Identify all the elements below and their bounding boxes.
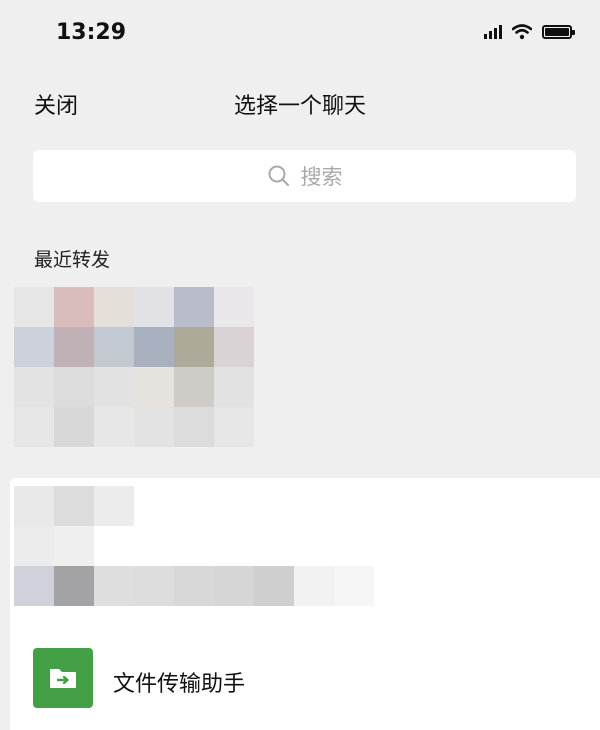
status-icons <box>484 24 575 40</box>
chat-item-label: 文件传输助手 <box>113 672 246 697</box>
search-icon <box>268 165 289 186</box>
chat-item-file-transfer[interactable]: 文件传输助手 <box>10 630 600 730</box>
wifi-icon <box>512 24 532 40</box>
search-placeholder: 搜索 <box>300 165 343 189</box>
battery-icon <box>542 25 575 39</box>
recent-forward-label: 最近转发 <box>34 249 111 271</box>
recent-contacts-redacted[interactable] <box>14 287 254 447</box>
status-bar: 13:29 <box>0 0 600 64</box>
page-title: 选择一个聊天 <box>233 94 366 119</box>
file-transfer-icon <box>33 648 93 708</box>
cellular-signal-icon <box>484 25 502 39</box>
status-time: 13:29 <box>56 20 127 45</box>
chat-row-redacted[interactable] <box>14 486 374 610</box>
search-input[interactable]: 搜索 <box>33 150 576 202</box>
nav-bar: 关闭 选择一个聊天 <box>0 78 600 126</box>
